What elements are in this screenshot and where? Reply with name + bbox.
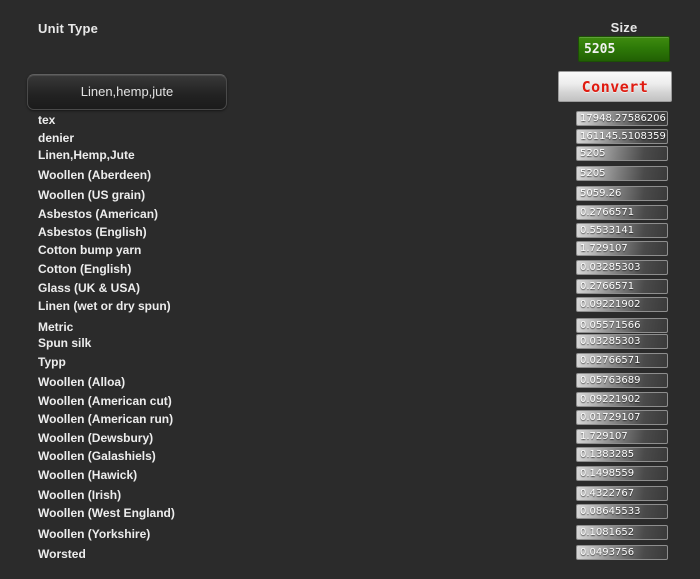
converter-app: Unit Type Size Convert Linen,hemp,jute t… [0,0,700,579]
unit-value-field[interactable]: 0.1498559 [576,466,668,481]
unit-value-field[interactable]: 0.01729107 [576,410,668,425]
unit-label: Woollen (Hawick) [38,468,138,482]
unit-value-field[interactable]: 1.729107 [576,429,668,444]
unit-value-field[interactable]: 0.08645533 [576,504,668,519]
unit-label: tex [38,113,56,127]
size-header: Size [610,20,638,35]
unit-label: Asbestos (English) [38,225,147,239]
unit-value-field[interactable]: 0.05571566 [576,318,668,333]
unit-value-field[interactable]: 5205 [576,166,668,181]
unit-label: Woollen (Yorkshire) [38,527,151,541]
unit-label: Woollen (West England) [38,506,175,520]
unit-value-field[interactable]: 0.09221902 [576,297,668,312]
unit-value-field[interactable]: 0.09221902 [576,392,668,407]
unit-type-dropdown[interactable]: Linen,hemp,jute [27,74,227,110]
unit-value-field[interactable]: 17948.27586206 [576,111,668,126]
unit-label: Typp [38,355,66,369]
unit-value-field[interactable]: 5059.26 [576,186,668,201]
unit-label: Woollen (American run) [38,412,174,426]
unit-label: Metric [38,320,74,334]
unit-value-field[interactable]: 1.729107 [576,241,668,256]
table-row: Linen,Hemp,Jute 5205 [0,146,700,167]
unit-label: Woollen (US grain) [38,188,146,202]
table-row: Woollen (West England) 0.08645533 [0,504,700,525]
unit-value-field[interactable]: 0.05763689 [576,373,668,388]
size-input[interactable] [578,36,670,62]
unit-value-field[interactable]: 0.02766571 [576,353,668,368]
table-row: Woollen (Yorkshire) 0.1081652 [0,525,700,546]
unit-value-field[interactable]: 0.2766571 [576,205,668,220]
unit-label: Linen (wet or dry spun) [38,299,171,313]
table-row: Woollen (Aberdeen) 5205 [0,166,700,187]
convert-button[interactable]: Convert [558,71,672,102]
table-row: Worsted 0.0493756 [0,545,700,566]
unit-label: Woollen (Irish) [38,488,122,502]
unit-value-field[interactable]: 5205 [576,146,668,161]
unit-label: Cotton bump yarn [38,243,142,257]
unit-value-field[interactable]: 0.03285303 [576,334,668,349]
unit-label: Worsted [38,547,86,561]
unit-value-field[interactable]: 0.0493756 [576,545,668,560]
table-row: Woollen (Hawick) 0.1498559 [0,466,700,487]
unit-value-field[interactable]: 0.4322767 [576,486,668,501]
unit-label: Woollen (American cut) [38,394,172,408]
unit-label: Linen,Hemp,Jute [38,148,135,162]
unit-label: Woollen (Dewsbury) [38,431,154,445]
unit-value-field[interactable]: 0.1081652 [576,525,668,540]
unit-label: Cotton (English) [38,262,132,276]
unit-label: Glass (UK & USA) [38,281,141,295]
unit-value-field[interactable]: 0.2766571 [576,279,668,294]
unit-label: Asbestos (American) [38,207,159,221]
unit-value-field[interactable]: 0.03285303 [576,260,668,275]
unit-type-header: Unit Type [38,21,99,36]
unit-label: denier [38,131,75,145]
unit-label: Spun silk [38,336,92,350]
unit-value-field[interactable]: 0.1383285 [576,447,668,462]
table-row: Typp 0.02766571 [0,353,700,374]
unit-label: Woollen (Aberdeen) [38,168,152,182]
unit-value-field[interactable]: 161145.5108359 [576,129,668,144]
unit-label: Woollen (Alloa) [38,375,126,389]
table-row: Linen (wet or dry spun) 0.09221902 [0,297,700,318]
unit-value-field[interactable]: 0.5533141 [576,223,668,238]
unit-label: Woollen (Galashiels) [38,449,156,463]
